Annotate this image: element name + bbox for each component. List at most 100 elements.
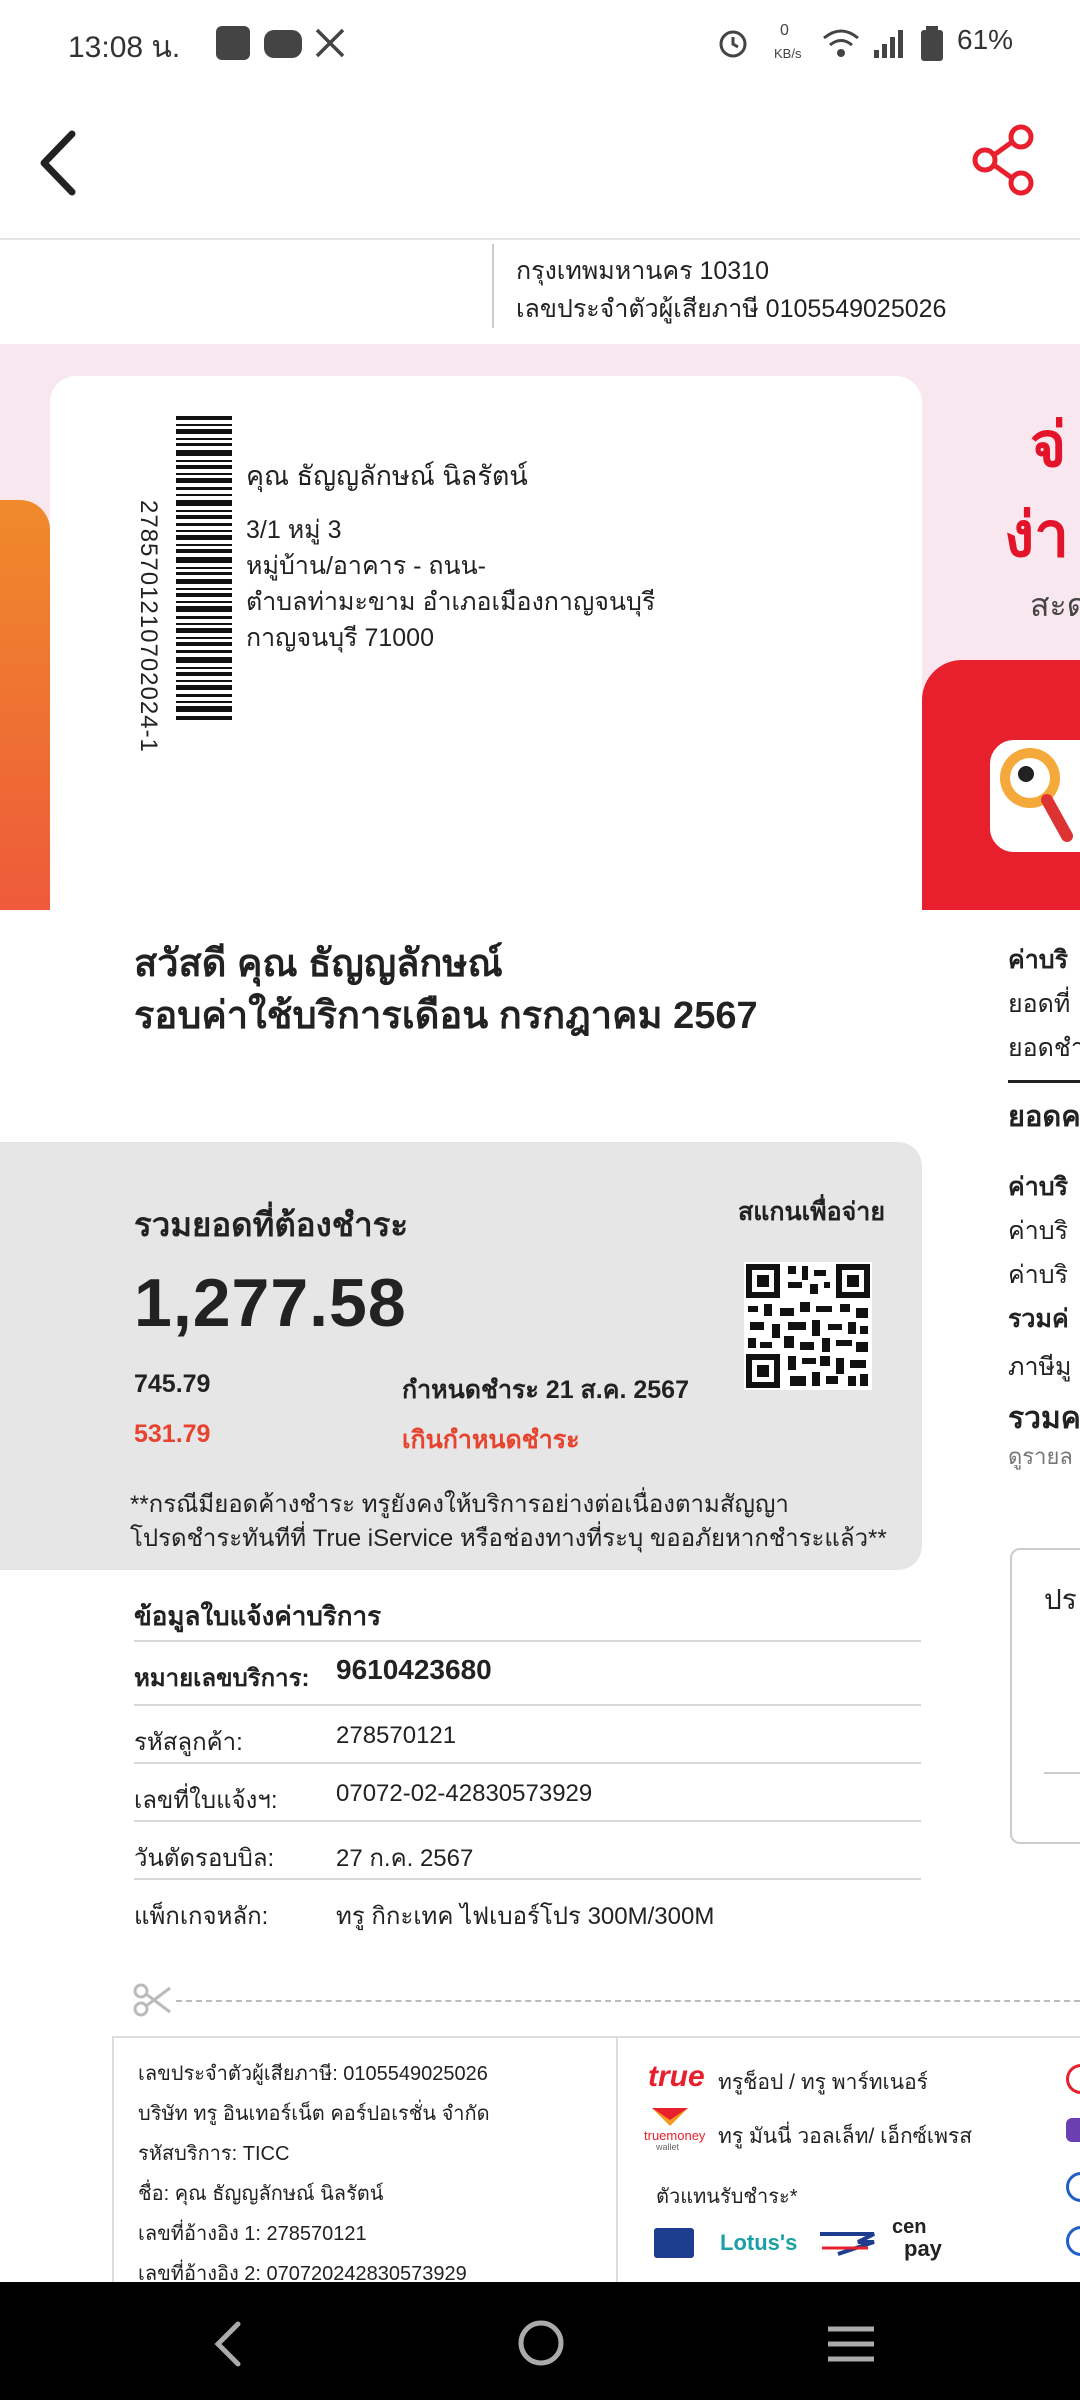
partner-logo-icon	[1066, 2118, 1080, 2142]
right-text: รวมค่	[1008, 1305, 1069, 1333]
promo-text-2: ง่า	[1004, 501, 1070, 570]
nav-recents-icon[interactable]	[826, 2324, 876, 2364]
right-text: ค่าบริ	[1008, 1217, 1069, 1245]
x-icon	[315, 28, 345, 58]
overdue-note-line-2: โปรดชำระทันทีที่ True iService หรือช่องท…	[130, 1525, 887, 1552]
wifi-icon	[823, 29, 859, 57]
info-label: รหัสลูกค้า:	[134, 1729, 243, 1756]
recipient-address: 3/1 หมู่ 3 หมู่บ้าน/อาคาร - ถนน- ตำบลท่า…	[246, 512, 655, 656]
cut-line	[176, 2000, 1080, 2002]
service-number: 9610423680	[336, 1654, 492, 1685]
overdue-label: เกินกำหนดชำระ	[402, 1426, 580, 1454]
info-row: เลขที่ใบแจ้งฯ: 07072-02-42830573929	[134, 1762, 921, 1822]
stub-details: เลขประจำตัวผู้เสียภาษี: 0105549025026 บร…	[138, 2054, 490, 2294]
overdue-note: **กรณีมียอดค้างชำระ ทรูยังคงให้บริการอย่…	[130, 1488, 887, 1556]
alarm-icon	[719, 30, 747, 58]
right-text: ค่าบริ	[1008, 946, 1069, 974]
address-line-1: 3/1 หมู่ 3	[246, 516, 342, 544]
payment-qr-code[interactable]	[744, 1262, 872, 1390]
truemoney-text: ทรู มันนี่ วอลเล็ท/ เอ็กซ์เพรส	[718, 2125, 973, 2148]
status-bar: 13:08 น. 0 KB/s 61%	[0, 0, 1080, 88]
lotus-logo: Lotus's	[720, 2230, 798, 2255]
shopping-bag-icon	[216, 26, 250, 60]
back-arrow-icon[interactable]	[36, 128, 80, 198]
right-text: ค่าบริ	[1008, 1173, 1069, 1201]
total-amount: 1,277.58	[134, 1265, 407, 1341]
overdue-note-line-1: **กรณีมียอดค้างชำระ ทรูยังคงให้บริการอย่…	[130, 1491, 789, 1518]
thailand-post-logo-icon	[820, 2232, 875, 2256]
address-line-4: กาญจนบุรี 71000	[246, 624, 434, 652]
recipient-name: คุณ ธัญญลักษณ์ นิลรัตน์	[246, 461, 528, 491]
header-divider	[492, 244, 494, 328]
stub-name: ชื่อ: คุณ ธัญญลักษณ์ นิลรัตน์	[138, 2183, 384, 2205]
stub-divider	[616, 2036, 618, 2282]
right-text: ยอดชำ	[1008, 1034, 1080, 1062]
overdue-amount: 531.79	[134, 1420, 211, 1448]
barcode-number: 2785701210702024-1	[135, 500, 162, 753]
status-time: 13:08 น.	[68, 31, 181, 64]
youtube-icon	[264, 30, 302, 58]
due-date: กำหนดชำระ 21 ส.ค. 2567	[402, 1376, 689, 1404]
right-text: ยอดที่	[1008, 990, 1071, 1018]
info-row: แพ็กเกจหลัก: ทรู กิกะเทค ไฟเบอร์โปร 300M…	[134, 1878, 921, 1936]
greeting-cycle: รอบค่าใช้บริการเดือน กรกฎาคม 2567	[134, 995, 758, 1037]
nav-home-icon[interactable]	[516, 2318, 566, 2368]
info-label: เลขที่ใบแจ้งฯ:	[134, 1787, 278, 1814]
net-speed-unit: KB/s	[774, 46, 802, 61]
decor-left	[0, 500, 50, 910]
right-text: ปร	[1044, 1584, 1077, 1615]
barcode	[176, 416, 232, 720]
stub-company: บริษัท ทรู อินเทอร์เน็ต คอร์ปอเรชั่น จำก…	[138, 2103, 490, 2125]
info-title: ข้อมูลใบแจ้งค่าบริการ	[134, 1601, 382, 1631]
right-text: ภาษีมู	[1008, 1353, 1072, 1381]
address-card: 2785701210702024-1 คุณ ธัญญลักษณ์ นิลรัต…	[50, 376, 922, 910]
scan-to-pay-label: สแกนเพื่อจ่าย	[738, 1198, 885, 1226]
address-line-2: หมู่บ้าน/อาคาร - ถนน-	[246, 552, 487, 580]
summary-title: รวมยอดที่ต้องชำระ	[134, 1206, 409, 1243]
7eleven-logo-icon	[654, 2228, 694, 2258]
promo-text-3: สะด	[1030, 587, 1080, 623]
right-text: รวมค	[1008, 1402, 1080, 1435]
info-label: วันตัดรอบบิล:	[134, 1845, 275, 1872]
company-tax-id: เลขประจำตัวผู้เสียภาษี 0105549025026	[516, 295, 947, 323]
next-page-box: ปร	[1010, 1548, 1080, 1844]
stub-tax-id: เลขประจำตัวผู้เสียภาษี: 0105549025026	[138, 2063, 488, 2085]
app-bar	[0, 88, 1080, 240]
battery-percent: 61%	[957, 24, 1014, 55]
info-label: หมายเลขบริการ:	[134, 1665, 310, 1692]
battery-icon	[921, 26, 943, 61]
next-page-column: ค่าบริ ยอดที่ ยอดชำ ยอดค ค่าบริ ค่าบริ ค…	[1008, 940, 1080, 1479]
system-nav-bar	[0, 2282, 1080, 2400]
right-divider	[1008, 1080, 1080, 1093]
scissors-icon	[133, 1983, 171, 2017]
promo-text-1: จ่	[1030, 411, 1067, 480]
right-text: ค่าบริ	[1008, 1261, 1069, 1289]
address-line-3: ตำบลท่ามะขาม อำเภอเมืองกาญจนบุรี	[246, 588, 656, 616]
company-city: กรุงเทพมหานคร 10310	[516, 257, 769, 285]
nav-back-icon[interactable]	[210, 2320, 246, 2368]
truemoney-logo-text: truemoney	[644, 2128, 706, 2143]
customer-id: 278570121	[336, 1722, 457, 1749]
company-address: กรุงเทพมหานคร 10310 เลขประจำตัวผู้เสียภา…	[516, 252, 946, 328]
cenpay-logo-bottom: pay	[904, 2236, 942, 2261]
info-row: รหัสลูกค้า: 278570121	[134, 1704, 921, 1764]
right-text: ยอดค	[1008, 1101, 1080, 1133]
info-row: หมายเลขบริการ: 9610423680	[134, 1642, 921, 1706]
truemoney-logo-subtext: wallet	[656, 2142, 680, 2152]
info-label: แพ็กเกจหลัก:	[134, 1903, 269, 1930]
share-icon[interactable]	[970, 124, 1036, 196]
info-row: วันตัดรอบบิล: 27 ก.ค. 2567	[134, 1820, 921, 1880]
right-text: ดูรายล	[1008, 1444, 1073, 1469]
main-package: ทรู กิกะเทค ไฟเบอร์โปร 300M/300M	[336, 1903, 715, 1930]
magnifier-icon	[1000, 748, 1073, 842]
payment-summary: รวมยอดที่ต้องชำระ สแกนเพื่อจ่าย 1,277.58	[0, 1142, 922, 1570]
bill-cutoff-date: 27 ก.ค. 2567	[336, 1845, 474, 1872]
invoice-number: 07072-02-42830573929	[336, 1780, 593, 1807]
true-logo: true	[648, 2060, 705, 2093]
signal-icon	[874, 30, 903, 58]
agents-label: ตัวแทนรับชำระ*	[656, 2186, 798, 2208]
truemoney-logo-icon	[652, 2108, 688, 2126]
current-amount: 745.79	[134, 1370, 211, 1398]
stub-service-code: รหัสบริการ: TICC	[138, 2143, 290, 2165]
stub-ref-1: เลขที่อ้างอิง 1: 278570121	[138, 2223, 367, 2245]
